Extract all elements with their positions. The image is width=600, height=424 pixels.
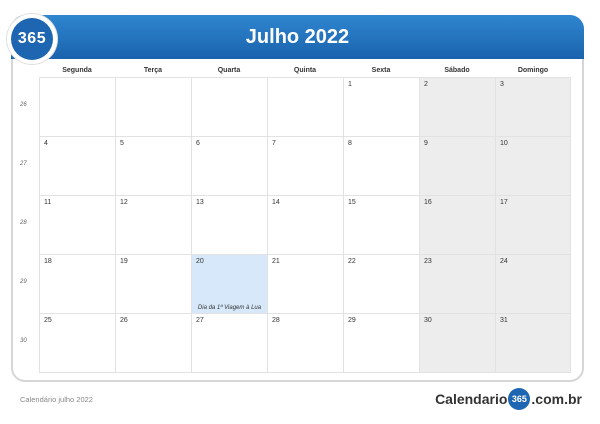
day-cell[interactable]: 23	[419, 255, 495, 313]
day-number: 18	[44, 258, 52, 265]
day-number: 19	[120, 258, 128, 265]
logo-text-post: .com.br	[531, 391, 582, 407]
day-number: 12	[120, 199, 128, 206]
day-cell[interactable]: 6	[191, 137, 267, 195]
week-row: 25 26 27 28 29 30 31	[39, 314, 571, 373]
empty-day-cell	[267, 78, 343, 136]
day-number: 31	[500, 317, 508, 324]
weekday-label: Quinta	[293, 67, 317, 74]
week-number: 29	[20, 279, 27, 285]
empty-day-cell	[39, 78, 115, 136]
day-cell[interactable]: 11	[39, 196, 115, 254]
weekday-label: Sexta	[371, 67, 391, 74]
day-number: 1	[348, 81, 352, 88]
weekday-label: Segunda	[62, 67, 92, 74]
week-row: 18 19 20 Dia da 1ª Viagem à Lua 21 22 23 24	[39, 255, 571, 314]
week-number: 27	[20, 161, 27, 167]
week-row: 4 5 6 7 8 9 10	[39, 137, 571, 196]
day-number: 24	[500, 258, 508, 265]
calendar-header: Julho 2022	[11, 15, 584, 59]
logo-badge-text: 365	[11, 18, 53, 60]
day-number: 11	[44, 199, 52, 206]
day-cell[interactable]: 9	[419, 137, 495, 195]
weekday-label: Sábado	[444, 67, 470, 74]
day-cell[interactable]: 30	[419, 314, 495, 372]
day-number: 20	[196, 258, 204, 265]
event-label: Dia da 1ª Viagem à Lua	[197, 305, 262, 311]
day-number: 26	[120, 317, 128, 324]
day-cell[interactable]: 26	[115, 314, 191, 372]
month-title: Julho 2022	[245, 26, 350, 48]
week-number: 28	[20, 220, 27, 226]
day-cell[interactable]: 16	[419, 196, 495, 254]
day-cell[interactable]: 24	[495, 255, 571, 313]
day-cell[interactable]: 20 Dia da 1ª Viagem à Lua	[191, 255, 267, 313]
footer-caption: Calendário julho 2022	[20, 395, 93, 404]
day-cell[interactable]: 27	[191, 314, 267, 372]
day-number: 10	[500, 140, 508, 147]
day-number: 28	[272, 317, 280, 324]
day-cell[interactable]: 14	[267, 196, 343, 254]
week-row: 11 12 13 14 15 16 17	[39, 196, 571, 255]
day-cell[interactable]: 22	[343, 255, 419, 313]
day-cell[interactable]: 10	[495, 137, 571, 195]
day-cell[interactable]: 2	[419, 78, 495, 136]
day-number: 6	[196, 140, 200, 147]
day-number: 5	[120, 140, 124, 147]
logo-365-icon: 365	[508, 388, 531, 410]
day-cell[interactable]: 5	[115, 137, 191, 195]
day-cell[interactable]: 7	[267, 137, 343, 195]
day-number: 13	[196, 199, 204, 206]
day-cell[interactable]: 8	[343, 137, 419, 195]
day-number: 21	[272, 258, 280, 265]
day-number: 16	[424, 199, 432, 206]
day-cell[interactable]: 25	[39, 314, 115, 372]
day-cell[interactable]: 3	[495, 78, 571, 136]
day-number: 30	[424, 317, 432, 324]
day-number: 27	[196, 317, 204, 324]
day-cell[interactable]: 15	[343, 196, 419, 254]
calendar-grid: 1 2 3 4 5 6 7 8 9 10 11 12 13 14 15 16 17 18 19 20 Dia da 1ª…	[39, 77, 571, 373]
day-number: 8	[348, 140, 352, 147]
week-row: 1 2 3	[39, 78, 571, 137]
weekday-header-row: Segunda Terça Quarta Quinta Sexta Sábado Domin…	[39, 64, 571, 77]
day-number: 14	[272, 199, 280, 206]
day-cell[interactable]: 1	[343, 78, 419, 136]
day-number: 25	[44, 317, 52, 324]
day-cell[interactable]: 12	[115, 196, 191, 254]
day-cell[interactable]: 31	[495, 314, 571, 372]
logo-text-pre: Calendario	[435, 391, 508, 407]
day-cell[interactable]: 4	[39, 137, 115, 195]
week-number: 26	[20, 102, 27, 108]
logo-badge: 365	[7, 14, 57, 64]
day-cell[interactable]: 17	[495, 196, 571, 254]
empty-day-cell	[191, 78, 267, 136]
empty-day-cell	[115, 78, 191, 136]
day-number: 3	[500, 81, 504, 88]
day-cell[interactable]: 28	[267, 314, 343, 372]
day-number: 4	[44, 140, 48, 147]
day-number: 2	[424, 81, 428, 88]
day-number: 17	[500, 199, 508, 206]
weekday-label: Quarta	[217, 67, 241, 74]
day-cell[interactable]: 29	[343, 314, 419, 372]
day-cell[interactable]: 18	[39, 255, 115, 313]
day-number: 29	[348, 317, 356, 324]
week-number: 30	[20, 338, 27, 344]
day-cell[interactable]: 19	[115, 255, 191, 313]
day-number: 15	[348, 199, 356, 206]
day-number: 7	[272, 140, 276, 147]
day-number: 9	[424, 140, 428, 147]
site-logo[interactable]: Calendario 365 .com.br	[435, 388, 582, 410]
weekday-label: Terça	[143, 67, 163, 74]
day-cell[interactable]: 13	[191, 196, 267, 254]
day-number: 22	[348, 258, 356, 265]
day-number: 23	[424, 258, 432, 265]
weekday-label: Domingo	[517, 67, 549, 74]
day-cell[interactable]: 21	[267, 255, 343, 313]
